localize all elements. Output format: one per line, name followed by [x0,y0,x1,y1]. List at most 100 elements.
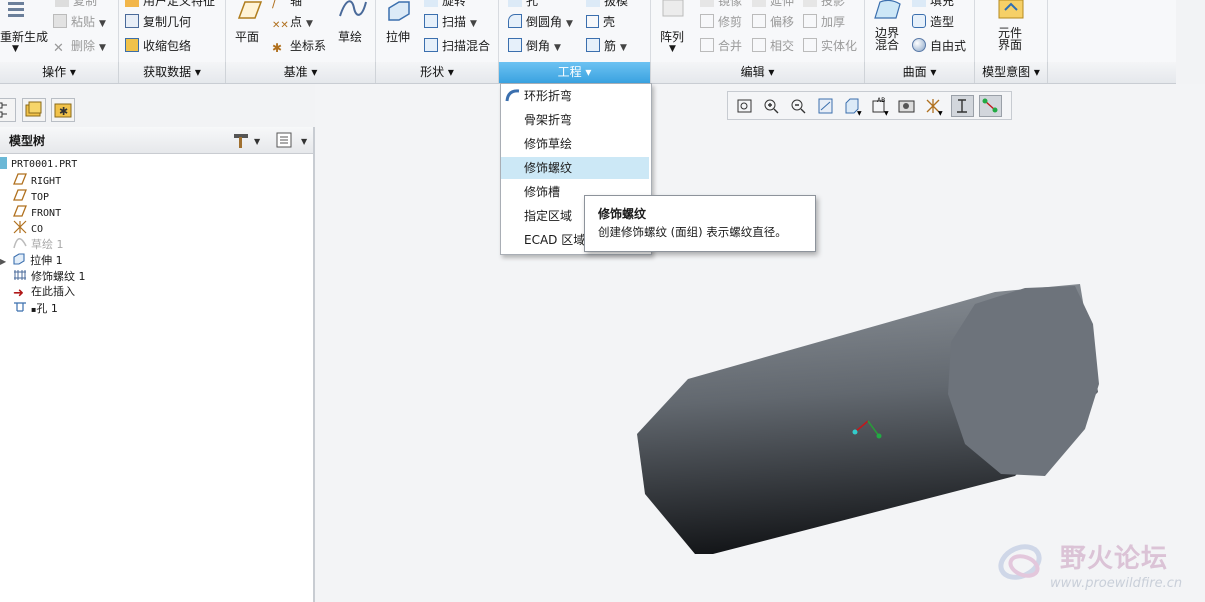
chamfer-button[interactable]: 倒角 ▼ [508,37,561,55]
point-button[interactable]: ✕✕点 ▼ [272,13,313,31]
graphics-viewport[interactable] [315,84,1205,602]
project-button[interactable]: 投影 [803,0,845,10]
draft-button[interactable]: 拔模 [586,0,628,10]
group-engineering[interactable]: 工程 ▾ [499,62,651,83]
style-button[interactable]: 造型 [912,13,954,31]
zoom-in-icon [764,99,779,114]
svg-text:▼: ▼ [884,110,889,116]
sweep-icon [424,14,438,28]
boundary-blend-button[interactable]: 边界 混合 [870,0,906,58]
boundary-blend-icon [874,0,901,19]
tree-settings-button[interactable]: ▼ [232,131,262,152]
tree-item-insert-here[interactable]: ➜ 在此插入 [13,284,75,301]
group-operations[interactable]: 操作 ▾ [0,62,119,83]
ribbon: 重新生成 ▼ 复制 粘贴 ▼ ✕ 删除 ▼ 用户定义特征 复制几何 收缩包络 平面 /… [0,0,1176,63]
regenerate-button[interactable]: 重新生成 ▼ [0,0,49,58]
tree-item-front[interactable]: FRONT [13,204,61,220]
tab-favorites[interactable]: ✱ [51,98,75,122]
thicken-button[interactable]: 加厚 [803,13,845,31]
tree-item-cosmetic-thread[interactable]: 修饰螺纹 1 [13,268,86,284]
tree-item-hole[interactable]: ▪孔 1 [13,300,58,316]
annotation-display-button[interactable] [979,95,1002,117]
extrude-button[interactable]: 拉伸 [383,0,415,58]
group-model-intent[interactable]: 模型意图 ▾ [975,62,1048,83]
shrinkwrap-icon [125,38,139,52]
view-manager-button[interactable] [895,95,918,117]
ribbon-group-bar: 操作 ▾ 获取数据 ▾ 基准 ▾ 形状 ▾ 工程 ▾ 编辑 ▾ 曲面 ▾ 模型意… [0,62,1176,84]
group-surfaces[interactable]: 曲面 ▾ [865,62,975,83]
tab-folder-browser[interactable] [22,98,46,122]
annotation-display-icon [982,98,998,113]
spin-center-button[interactable] [951,95,974,117]
shrinkwrap-button[interactable]: 收缩包络 [125,37,191,55]
datum-display-button[interactable]: ▼ [922,95,945,117]
component-interface-label: 元件 界面 [998,26,1023,52]
delete-icon: ✕ [53,41,64,56]
csys-button[interactable]: ✱ 坐标系 [272,37,326,55]
sketch-button[interactable]: 草绘 [336,0,370,58]
axis-button[interactable]: / 轴 [272,0,302,10]
group-datum[interactable]: 基准 ▾ [226,62,376,83]
csys-icon: ✱ [272,41,283,55]
udf-button[interactable]: 用户定义特征 [125,0,215,10]
hole-button[interactable]: 孔 [508,0,538,10]
offset-button[interactable]: 偏移 [752,13,794,31]
trim-icon [700,14,714,28]
regenerate-label: 重新生成 [0,30,49,44]
tree-item-csys[interactable]: CO [13,220,43,236]
tree-item-right[interactable]: RIGHT [13,172,61,188]
round-button[interactable]: 倒圆角 ▼ [508,13,573,31]
copy-geometry-button[interactable]: 复制几何 [125,13,191,31]
expand-arrow-icon[interactable]: ▶ [0,257,6,266]
fill-button[interactable]: 填充 [912,0,954,10]
regenerate-dropdown-icon[interactable]: ▼ [12,40,19,58]
pattern-icon [662,0,684,17]
menu-item-cosmetic-thread[interactable]: 修饰螺纹 [501,157,649,179]
tree-show-button[interactable]: ▼ [275,131,309,152]
extrude-icon [388,1,410,21]
shell-button[interactable]: 壳 [586,13,615,31]
plane-button[interactable]: 平面 [231,0,267,58]
copy-button[interactable]: 复制 [55,0,97,10]
group-get-data[interactable]: 获取数据 ▾ [119,62,226,83]
solidify-button[interactable]: 实体化 [803,37,857,55]
intersect-button[interactable]: 相交 [752,37,794,55]
tab-model-tree[interactable] [0,98,16,122]
refit-button[interactable] [733,95,756,117]
rib-button[interactable]: 筋 ▼ [586,37,627,55]
revolve-button[interactable]: 旋转 [424,0,466,10]
menu-item-toroidal-bend[interactable]: 环形折弯 [501,85,649,107]
group-shapes[interactable]: 形状 ▾ [376,62,499,83]
repaint-icon [818,98,833,114]
shell-icon [586,15,599,28]
menu-item-cosmetic-sketch[interactable]: 修饰草绘 [501,133,649,155]
saved-views-button[interactable]: AB ▼ [868,95,891,117]
paste-button[interactable]: 粘贴 ▼ [53,13,106,31]
tree-item-extrude[interactable]: ▶ 拉伸 1 [0,252,63,268]
sweep-button[interactable]: 扫描 ▼ [424,13,477,31]
zoom-out-button[interactable] [787,95,810,117]
group-editing[interactable]: 编辑 ▾ [651,62,865,83]
pattern-dropdown-icon[interactable]: ▼ [669,40,676,58]
component-interface-button[interactable]: 元件 界面 [990,0,1032,58]
delete-button[interactable]: ✕ 删除 ▼ [53,37,106,56]
menu-item-spinal-bend[interactable]: 骨架折弯 [501,109,649,131]
merge-button[interactable]: 合并 [700,37,742,55]
copy-icon [55,0,69,7]
svg-text:▼: ▼ [301,137,308,146]
cylinder-model[interactable] [315,84,1205,602]
display-style-button[interactable]: ▼ [841,95,864,117]
tree-item-top[interactable]: TOP [13,188,49,204]
pattern-button[interactable]: 阵列 ▼ [657,0,689,58]
zoom-in-button[interactable] [760,95,783,117]
extend-button[interactable]: 延伸 [752,0,794,10]
view-manager-icon [898,100,915,113]
model-tree-panel: 模型树 ▼ ▼ PRT0001.PRT RIGHT TOP FRONT CO 草… [0,127,315,602]
tree-item-sketch[interactable]: 草绘 1 [13,236,64,252]
trim-button[interactable]: 修剪 [700,13,742,31]
repaint-button[interactable] [814,95,837,117]
freestyle-button[interactable]: 自由式 [912,37,966,55]
swept-blend-button[interactable]: 扫描混合 [424,37,490,55]
tree-item-part[interactable]: PRT0001.PRT [0,156,77,172]
mirror-button[interactable]: 镜像 [700,0,742,10]
